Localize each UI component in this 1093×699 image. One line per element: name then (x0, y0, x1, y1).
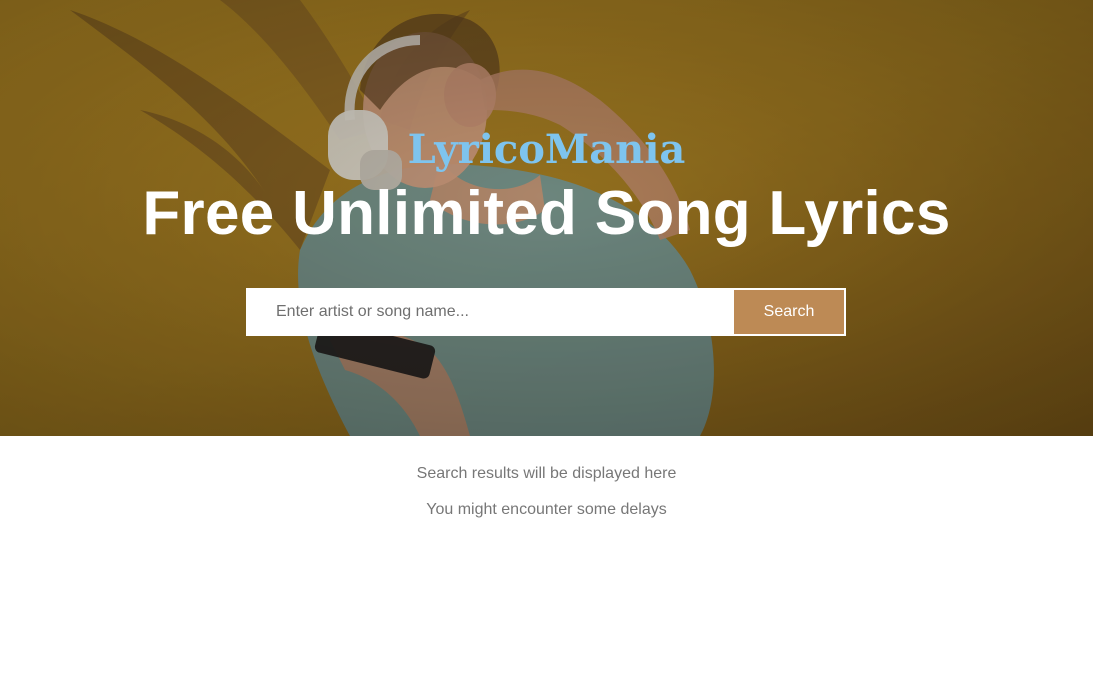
search-input[interactable] (246, 288, 732, 336)
page-headline: Free Unlimited Song Lyrics (142, 179, 951, 248)
results-placeholder-message: Search results will be displayed here (416, 465, 677, 482)
search-form: Search (246, 288, 846, 336)
delay-notice: You might encounter some delays (426, 501, 667, 518)
hero-content: LyricoMania Free Unlimited Song Lyrics S… (0, 0, 1093, 436)
search-button[interactable]: Search (732, 288, 846, 336)
hero-section: LyricoMania Free Unlimited Song Lyrics S… (0, 0, 1093, 436)
brand-logo-text: LyricoMania (407, 126, 686, 173)
